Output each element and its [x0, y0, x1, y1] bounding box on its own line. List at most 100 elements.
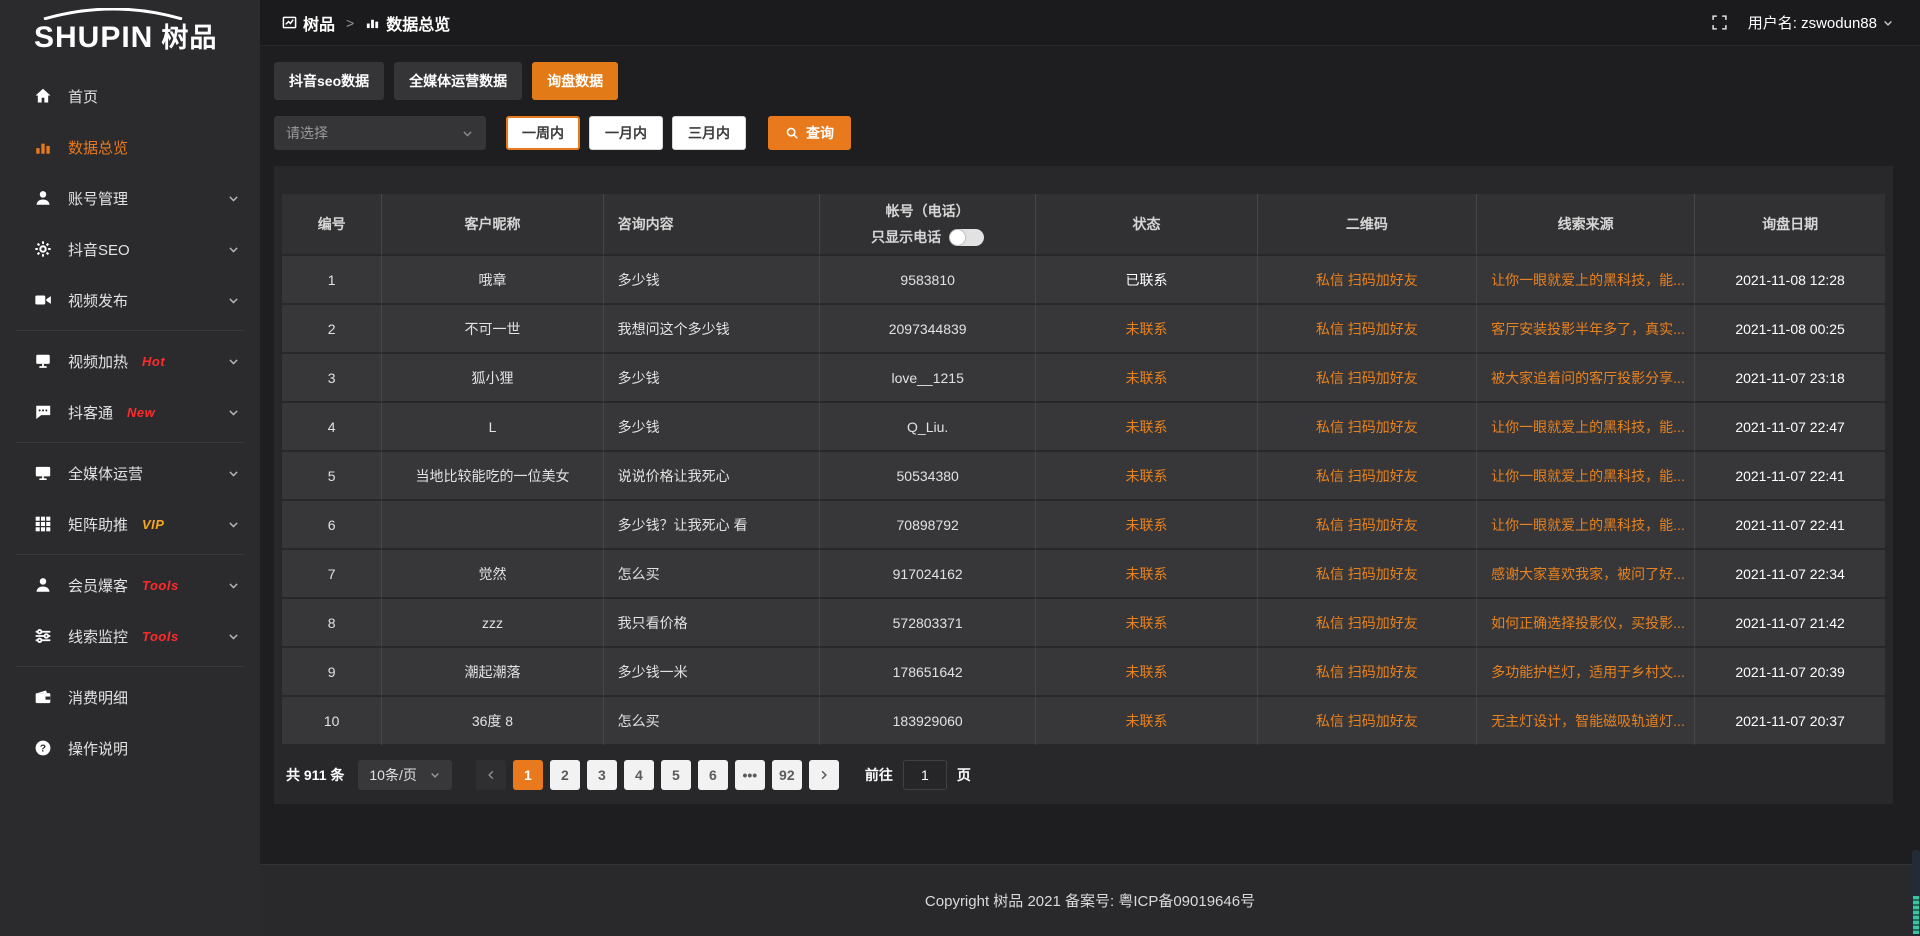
page-button-5[interactable]: 5 — [661, 760, 691, 790]
tab-omnimedia-data[interactable]: 全媒体运营数据 — [394, 62, 522, 100]
cell-qr-links[interactable]: 私信 扫码加好友 — [1257, 501, 1477, 550]
cell-content: 怎么买 — [603, 697, 819, 746]
sidebar-item-douyin-seo[interactable]: 抖音SEO — [0, 228, 260, 270]
breadcrumb-label: 树品 — [303, 11, 335, 35]
page-ellipsis-button[interactable]: ••• — [735, 760, 765, 790]
cell-content: 多少钱？让我死心 看 — [603, 501, 819, 550]
phone-toggle-row: 只显示电话 — [871, 227, 984, 247]
scrollbar-thumb[interactable] — [1913, 896, 1919, 934]
person-icon — [34, 576, 52, 594]
range-button-three-months[interactable]: 三月内 — [672, 116, 746, 150]
cell-qr-links[interactable]: 私信 扫码加好友 — [1257, 256, 1477, 305]
cell-date: 2021-11-07 21:42 — [1694, 599, 1885, 648]
cell-content: 说说价格让我死心 — [603, 452, 819, 501]
sidebar-item-member-baoke[interactable]: 会员爆客 Tools — [0, 564, 260, 606]
cell-qr-links[interactable]: 私信 扫码加好友 — [1257, 305, 1477, 354]
topbar: 树品 > 数据总览 用户名: zswodun88 — [260, 0, 1920, 46]
page-button-3[interactable]: 3 — [587, 760, 617, 790]
page-button-92[interactable]: 92 — [772, 760, 802, 790]
sidebar: SHUPIN树品 首页 数据总览 账号管理 抖音SEO 视频发布 视频加热 Ho… — [0, 0, 260, 936]
sidebar-item-label: 视频发布 — [68, 290, 128, 311]
copyright-text: Copyright 树品 2021 备案号: 粤ICP备09019646号 — [925, 890, 1255, 911]
cell-source-link[interactable]: 多功能护栏灯，适用于乡村文... — [1476, 648, 1694, 697]
breadcrumb-item-shupin[interactable]: 树品 — [282, 11, 335, 35]
sidebar-item-matrix-boost[interactable]: 矩阵助推 VIP — [0, 503, 260, 545]
cell-id: 6 — [282, 501, 381, 550]
page-suffix-label: 页 — [957, 765, 971, 785]
cell-nickname: 哦章 — [381, 256, 602, 305]
search-button-label: 查询 — [806, 123, 834, 143]
cell-source-link[interactable]: 无主灯设计，智能磁吸轨道灯... — [1476, 697, 1694, 746]
sidebar-item-consumption-detail[interactable]: 消费明细 — [0, 676, 260, 718]
table-row: 2 不可一世 我想问这个多少钱 2097344839 未联系 私信 扫码加好友 … — [282, 305, 1885, 354]
cell-qr-links[interactable]: 私信 扫码加好友 — [1257, 452, 1477, 501]
svg-text:?: ? — [40, 744, 46, 755]
col-header-id: 编号 — [282, 194, 381, 256]
bar-chart-icon — [365, 15, 380, 30]
cell-nickname: zzz — [381, 599, 602, 648]
cell-source-link[interactable]: 让你一眼就爱上的黑科技，能... — [1476, 256, 1694, 305]
sidebar-item-lead-monitor[interactable]: 线索监控 Tools — [0, 615, 260, 657]
cell-source-link[interactable]: 如何正确选择投影仪，买投影... — [1476, 599, 1694, 648]
sidebar-item-douketong[interactable]: 抖客通 New — [0, 391, 260, 433]
page-button-1[interactable]: 1 — [513, 760, 543, 790]
cell-qr-links[interactable]: 私信 扫码加好友 — [1257, 354, 1477, 403]
app-logo[interactable]: SHUPIN树品 — [0, 0, 260, 58]
tab-inquiry-data[interactable]: 询盘数据 — [532, 62, 618, 100]
cell-source-link[interactable]: 客厅安装投影半年多了，真实... — [1476, 305, 1694, 354]
col-header-source: 线索来源 — [1476, 194, 1694, 256]
logo-chinese: 树品 — [161, 23, 217, 53]
goto-page-input[interactable] — [903, 760, 947, 790]
cell-id: 1 — [282, 256, 381, 305]
cell-qr-links[interactable]: 私信 扫码加好友 — [1257, 648, 1477, 697]
cell-status: 未联系 — [1035, 550, 1256, 599]
page-button-6[interactable]: 6 — [698, 760, 728, 790]
chevron-down-icon — [227, 630, 240, 643]
sidebar-divider — [16, 554, 244, 555]
page-button-2[interactable]: 2 — [550, 760, 580, 790]
cell-qr-links[interactable]: 私信 扫码加好友 — [1257, 403, 1477, 452]
sidebar-item-data-overview[interactable]: 数据总览 — [0, 126, 260, 168]
tab-douyin-seo-data[interactable]: 抖音seo数据 — [274, 62, 384, 100]
cell-qr-links[interactable]: 私信 扫码加好友 — [1257, 550, 1477, 599]
chevron-down-icon — [227, 294, 240, 307]
cell-source-link[interactable]: 被大家追着问的客厅投影分享... — [1476, 354, 1694, 403]
cell-source-link[interactable]: 让你一眼就爱上的黑科技，能... — [1476, 501, 1694, 550]
sidebar-item-label: 抖音SEO — [68, 239, 130, 260]
filter-row: 请选择 一周内一月内三月内 查询 — [274, 116, 1893, 150]
account-select[interactable]: 请选择 — [274, 116, 486, 150]
fullscreen-icon[interactable] — [1711, 14, 1728, 31]
range-button-month[interactable]: 一月内 — [589, 116, 663, 150]
cell-source-link[interactable]: 让你一眼就爱上的黑科技，能... — [1476, 452, 1694, 501]
per-page-value: 10条/页 — [369, 765, 416, 785]
range-button-week[interactable]: 一周内 — [506, 116, 580, 150]
user-menu[interactable]: 用户名: zswodun88 — [1748, 12, 1894, 33]
cell-qr-links[interactable]: 私信 扫码加好友 — [1257, 599, 1477, 648]
breadcrumb-item-data-overview[interactable]: 数据总览 — [365, 11, 450, 35]
next-page-button[interactable] — [809, 760, 839, 790]
cell-qr-links[interactable]: 私信 扫码加好友 — [1257, 697, 1477, 746]
sidebar-item-home[interactable]: 首页 — [0, 75, 260, 117]
phone-only-toggle[interactable] — [949, 229, 984, 246]
prev-page-button[interactable] — [476, 760, 506, 790]
sidebar-item-video-publish[interactable]: 视频发布 — [0, 279, 260, 321]
logo-text: SHUPIN树品 — [34, 16, 260, 55]
page-scrollbar[interactable] — [1912, 850, 1920, 936]
cell-source-link[interactable]: 感谢大家喜欢我家，被问了好... — [1476, 550, 1694, 599]
chat-icon — [34, 403, 52, 421]
sidebar-item-operation-guide[interactable]: ? 操作说明 — [0, 727, 260, 769]
cell-date: 2021-11-08 00:25 — [1694, 305, 1885, 354]
cell-date: 2021-11-07 22:34 — [1694, 550, 1885, 599]
table-panel: 编号 客户昵称 咨询内容 帐号（电话） 只显示电话 — [274, 166, 1893, 804]
bar-chart-icon — [34, 138, 52, 156]
per-page-select[interactable]: 10条/页 — [358, 760, 451, 790]
cell-source-link[interactable]: 让你一眼就爱上的黑科技，能... — [1476, 403, 1694, 452]
page-button-4[interactable]: 4 — [624, 760, 654, 790]
sidebar-item-omnimedia-operation[interactable]: 全媒体运营 — [0, 452, 260, 494]
search-button[interactable]: 查询 — [768, 116, 851, 150]
sidebar-item-video-heat[interactable]: 视频加热 Hot — [0, 340, 260, 382]
sidebar-item-account-management[interactable]: 账号管理 — [0, 177, 260, 219]
chevron-down-icon — [227, 355, 240, 368]
tab-bar: 抖音seo数据全媒体运营数据询盘数据 — [274, 62, 1893, 100]
table-row: 4 L 多少钱 Q_Liu. 未联系 私信 扫码加好友 让你一眼就爱上的黑科技，… — [282, 403, 1885, 452]
